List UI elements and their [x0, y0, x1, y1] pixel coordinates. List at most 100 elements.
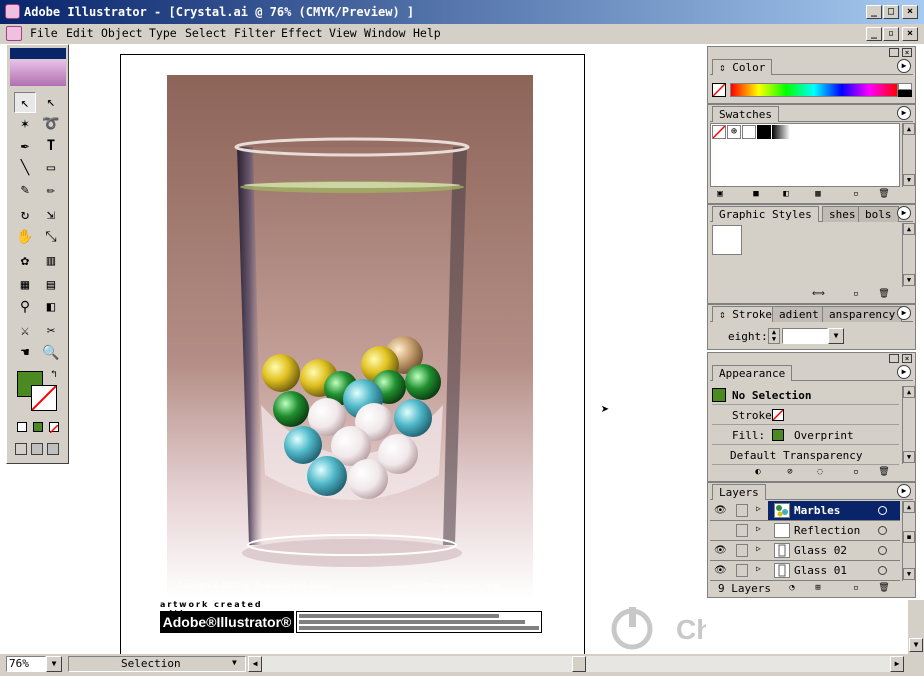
delete-swatch-icon[interactable]: 🗑 [878, 189, 890, 201]
visibility-eye-icon[interactable]: 👁 [714, 545, 727, 556]
menu-file[interactable]: File [30, 26, 58, 40]
swatch-gradient[interactable] [772, 125, 790, 139]
scroll-right-arrow-icon[interactable]: ▶ [890, 656, 904, 672]
doc-restore-button[interactable]: ▫ [883, 27, 899, 41]
tab-brushes[interactable]: shes [822, 206, 863, 222]
close-button[interactable]: × [902, 5, 918, 19]
expand-triangle-icon[interactable]: ▷ [756, 524, 761, 533]
tab-appearance[interactable]: Appearance [712, 365, 793, 381]
show-pattern-swatches-icon[interactable]: ▦ [812, 189, 824, 201]
free-transform-tool[interactable]: ⤡ [40, 227, 62, 248]
target-icon[interactable] [878, 566, 887, 575]
lasso-tool[interactable]: ➰ [40, 114, 62, 135]
visibility-eye-icon[interactable]: 👁 [714, 565, 727, 576]
tab-graphic-styles[interactable]: Graphic Styles [712, 206, 819, 222]
artwork-image[interactable]: Copyright © 2001 by MiyamotoYukio Japan … [167, 75, 533, 598]
style-default[interactable] [712, 225, 742, 255]
selection-tool[interactable]: ↖ [14, 92, 36, 113]
visibility-eye-icon[interactable]: 👁 [714, 505, 727, 516]
slice-tool[interactable]: ⚔ [14, 321, 36, 342]
swatch-white[interactable] [742, 125, 756, 139]
menu-effect[interactable]: Effect [281, 26, 323, 40]
symbol-sprayer-tool[interactable]: ✿ [14, 251, 36, 272]
screen-mode-normal[interactable] [15, 443, 27, 455]
color-mode-button[interactable] [17, 422, 27, 432]
scroll-left-arrow-icon[interactable]: ◀ [248, 656, 262, 672]
gradient-mode-button[interactable] [33, 422, 43, 432]
tab-swatches[interactable]: Swatches [712, 106, 779, 122]
break-link-style-icon[interactable]: ⟺ [812, 289, 825, 301]
lock-toggle[interactable] [736, 524, 748, 537]
swatch-registration[interactable]: ⊕ [727, 125, 741, 139]
stroke-weight-stepper[interactable]: ▲ ▼ [768, 328, 780, 344]
menu-window[interactable]: Window [364, 26, 406, 40]
appearance-transparency-row[interactable]: Default Transparency [712, 446, 899, 465]
eyedropper-tool[interactable]: ⚲ [14, 297, 36, 318]
menu-object[interactable]: Object [101, 26, 143, 40]
layer-row[interactable]: 👁 ▷ Marbles [710, 501, 900, 521]
expand-triangle-icon[interactable]: ▷ [756, 544, 761, 553]
lock-toggle[interactable] [736, 544, 748, 557]
layer-row[interactable]: 👁 ▷ Glass 02 [710, 541, 900, 561]
pen-tool[interactable]: ✒ [14, 136, 36, 157]
menu-view[interactable]: View [329, 26, 357, 40]
blend-tool[interactable]: ◧ [40, 297, 62, 318]
tab-stroke[interactable]: ⇕ Stroke [712, 306, 779, 322]
toolbox-titlebar[interactable] [10, 48, 66, 59]
expand-triangle-icon[interactable]: ▷ [756, 504, 761, 513]
color-panel-menu-icon[interactable]: ▶ [897, 59, 911, 73]
horizontal-scroll-thumb[interactable] [572, 656, 586, 672]
swap-fill-stroke-icon[interactable]: ↰ [51, 369, 57, 380]
doc-close-button[interactable]: × [902, 27, 918, 41]
zoom-input[interactable]: 76% [6, 656, 46, 672]
graph-tool[interactable]: ▥ [40, 251, 62, 272]
appearance-panel-menu-icon[interactable]: ▶ [897, 365, 911, 379]
lock-toggle[interactable] [736, 564, 748, 577]
maximize-button[interactable]: □ [883, 5, 899, 19]
target-icon[interactable] [878, 546, 887, 555]
duplicate-item-icon[interactable]: ▫ [850, 467, 862, 479]
show-color-swatches-icon[interactable]: ■ [750, 189, 762, 201]
status-menu-arrow-icon[interactable]: ▼ [232, 658, 237, 667]
zoom-dropdown-icon[interactable]: ▼ [46, 656, 62, 672]
menu-edit[interactable]: Edit [66, 26, 94, 40]
stroke-weight-dropdown-icon[interactable]: ▼ [828, 328, 844, 344]
swatches-panel-menu-icon[interactable]: ▶ [897, 106, 911, 120]
show-all-swatches-icon[interactable]: ▣ [714, 189, 726, 201]
target-icon[interactable] [878, 506, 887, 515]
tab-layers[interactable]: Layers [712, 484, 766, 500]
swatch-none[interactable] [712, 125, 726, 139]
white-swatch[interactable] [898, 83, 912, 90]
menu-filter[interactable]: Filter [234, 26, 276, 40]
new-art-basic-appearance-icon[interactable]: ◐ [748, 467, 768, 479]
direct-selection-tool[interactable]: ↖ [40, 92, 62, 113]
new-swatch-icon[interactable]: ▫ [850, 189, 862, 201]
tab-color[interactable]: ⇕ Color [712, 59, 773, 75]
menu-type[interactable]: Type [149, 26, 177, 40]
type-tool[interactable]: T [40, 136, 62, 157]
menu-select[interactable]: Select [185, 26, 227, 40]
tab-symbols[interactable]: bols [858, 206, 899, 222]
document-icon[interactable] [6, 26, 22, 41]
new-sublayer-icon[interactable]: ⊞ [812, 583, 824, 595]
doc-minimize-button[interactable]: _ [866, 27, 882, 41]
hand-tool[interactable]: ☚ [14, 343, 36, 364]
layer-row[interactable]: 👁 ▷ Glass 01 [710, 561, 900, 581]
vertical-scrollbar[interactable]: ▼ [908, 600, 924, 654]
rotate-tool[interactable]: ↻ [14, 205, 36, 226]
make-clipping-mask-icon[interactable]: ◔ [786, 583, 798, 595]
warp-tool[interactable]: ✋ [14, 227, 36, 248]
scroll-down-arrow-icon[interactable]: ▼ [909, 638, 923, 652]
swatch-black[interactable] [757, 125, 771, 139]
paintbrush-tool[interactable]: ✎ [14, 180, 36, 201]
styles-panel-menu-icon[interactable]: ▶ [897, 206, 911, 220]
new-style-icon[interactable]: ▫ [850, 289, 862, 301]
appearance-stroke-row[interactable]: Stroke: [712, 406, 899, 425]
expand-triangle-icon[interactable]: ▷ [756, 564, 761, 573]
gradient-tool[interactable]: ▤ [40, 275, 62, 296]
delete-style-icon[interactable]: 🗑 [878, 289, 890, 301]
color-spectrum-bar[interactable] [730, 83, 898, 97]
mesh-tool[interactable]: ▦ [14, 275, 36, 296]
color-none-swatch[interactable] [712, 83, 726, 97]
magic-wand-tool[interactable]: ✶ [14, 114, 36, 135]
